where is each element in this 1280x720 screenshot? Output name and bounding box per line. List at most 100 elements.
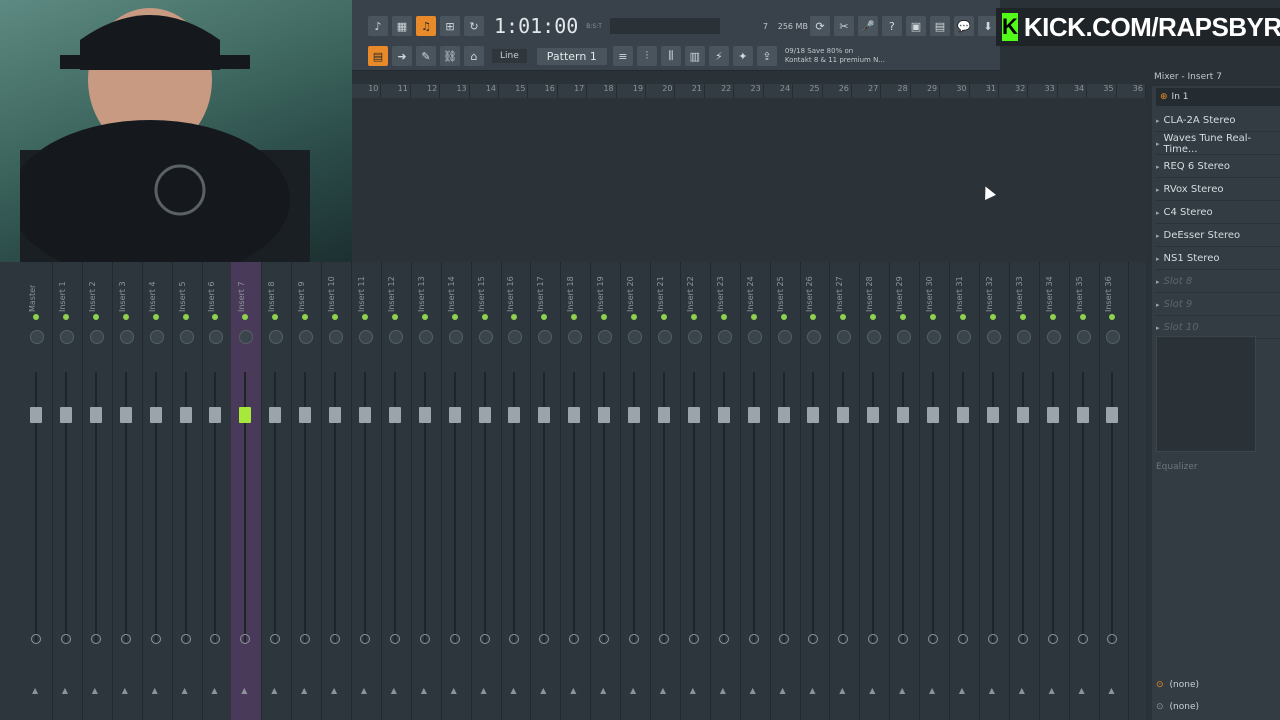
- active-led[interactable]: [989, 314, 996, 320]
- pan-knob[interactable]: [209, 330, 224, 344]
- ruler-bar[interactable]: 21: [675, 84, 705, 98]
- ruler-bar[interactable]: 12: [411, 84, 441, 98]
- ruler-bar[interactable]: 19: [617, 84, 647, 98]
- pan-knob[interactable]: [30, 330, 44, 344]
- send-knob[interactable]: [1017, 634, 1028, 644]
- send-knob[interactable]: [90, 634, 101, 644]
- pan-knob[interactable]: [299, 330, 314, 344]
- volume-fader[interactable]: [598, 407, 611, 423]
- route-arrow-icon[interactable]: ▲: [361, 686, 367, 695]
- active-led[interactable]: [780, 314, 787, 320]
- route-arrow-icon[interactable]: ▲: [451, 686, 457, 695]
- volume-fader[interactable]: [837, 407, 850, 423]
- route-arrow-icon[interactable]: ▲: [540, 686, 546, 695]
- mixer-strip[interactable]: Insert 24 ▲: [740, 262, 771, 720]
- mixer-strip[interactable]: Insert 9 ▲: [291, 262, 323, 720]
- route-arrow-icon[interactable]: ▲: [989, 686, 995, 695]
- route-arrow-icon[interactable]: ▲: [92, 686, 98, 695]
- effect-slot[interactable]: ▸ Slot 9: [1156, 294, 1280, 316]
- mixer-strip[interactable]: Insert 16 ▲: [500, 262, 532, 720]
- ruler-bar[interactable]: 10: [352, 84, 382, 98]
- effect-slot[interactable]: ▸ Slot 8: [1156, 271, 1280, 293]
- volume-fader[interactable]: [687, 407, 700, 423]
- route-arrow-icon[interactable]: ▲: [839, 686, 845, 695]
- volume-fader[interactable]: [329, 407, 341, 423]
- pencil-icon[interactable]: ✎: [416, 46, 436, 66]
- route-arrow-icon[interactable]: ▲: [391, 686, 397, 695]
- effect-slot[interactable]: ▸ Waves Tune Real-Time...: [1156, 133, 1280, 155]
- send-knob[interactable]: [688, 634, 699, 644]
- route-arrow-icon[interactable]: ▲: [62, 686, 68, 695]
- pan-knob[interactable]: [628, 330, 642, 344]
- pan-knob[interactable]: [358, 330, 373, 344]
- pan-knob[interactable]: [538, 330, 553, 344]
- effect-slot[interactable]: ▸ CLA-2A Stereo: [1156, 110, 1280, 132]
- expand-icon[interactable]: ▸: [1156, 186, 1160, 194]
- save-icon[interactable]: ▣: [905, 16, 926, 36]
- link-icon[interactable]: ⛓: [440, 46, 460, 66]
- ruler-bar[interactable]: 17: [558, 84, 588, 98]
- pan-knob[interactable]: [657, 330, 672, 344]
- mixer-strip[interactable]: Insert 30 ▲: [919, 262, 950, 720]
- active-led[interactable]: [272, 314, 279, 320]
- active-led[interactable]: [391, 314, 398, 320]
- route-arrow-icon[interactable]: ▲: [510, 686, 516, 695]
- active-led[interactable]: [332, 314, 338, 320]
- ruler-bar[interactable]: 13: [440, 84, 470, 98]
- ruler-bar[interactable]: 14: [470, 84, 500, 98]
- expand-icon[interactable]: ▸: [1156, 232, 1160, 240]
- pan-knob[interactable]: [1106, 330, 1121, 344]
- mixer-strip[interactable]: Insert 5 ▲: [172, 262, 203, 720]
- volume-fader[interactable]: [927, 407, 939, 423]
- piano-roll-icon[interactable]: ▤: [368, 46, 388, 66]
- pattern-mode-icon[interactable]: ▦: [392, 16, 412, 36]
- effect-slot[interactable]: ▸ NS1 Stereo: [1156, 248, 1280, 270]
- send-knob[interactable]: [987, 634, 998, 644]
- mixer-strip[interactable]: Insert 33 ▲: [1009, 262, 1040, 720]
- ruler-bar[interactable]: 27: [852, 84, 882, 98]
- mixer-strip[interactable]: Insert 2 ▲: [82, 262, 113, 720]
- mixer-icon[interactable]: ⫼: [660, 46, 681, 66]
- send-knob[interactable]: [599, 634, 610, 644]
- route-arrow-icon[interactable]: ▲: [421, 686, 427, 695]
- route-arrow-icon[interactable]: ▲: [630, 686, 636, 695]
- pan-knob[interactable]: [418, 330, 433, 344]
- volume-fader[interactable]: [538, 407, 551, 423]
- active-led[interactable]: [720, 314, 727, 320]
- active-led[interactable]: [1019, 314, 1026, 320]
- active-led[interactable]: [421, 314, 428, 320]
- volume-fader[interactable]: [358, 407, 371, 423]
- active-led[interactable]: [810, 314, 817, 320]
- send-knob[interactable]: [1047, 634, 1058, 644]
- volume-fader[interactable]: [119, 407, 132, 423]
- plugin-icon[interactable]: ⚡: [708, 46, 729, 66]
- route-arrow-icon[interactable]: ▲: [809, 686, 815, 695]
- expand-icon[interactable]: ▸: [1156, 140, 1160, 148]
- pan-knob[interactable]: [149, 330, 164, 344]
- route-arrow-icon[interactable]: ▲: [301, 686, 307, 695]
- active-led[interactable]: [930, 314, 936, 320]
- route-arrow-icon[interactable]: ▲: [600, 686, 606, 695]
- active-led[interactable]: [571, 314, 578, 320]
- playlist-area[interactable]: 10 11 12 13 14 15 16 17 18 19 20 21 22 23 24 25 26 27 28 29…: [352, 84, 1146, 262]
- active-led[interactable]: [122, 314, 129, 320]
- pan-knob[interactable]: [717, 330, 732, 344]
- output-select-1[interactable]: ⊙ (none): [1156, 676, 1199, 694]
- volume-fader[interactable]: [59, 407, 72, 423]
- send-knob[interactable]: [449, 634, 460, 644]
- route-arrow-icon[interactable]: ▲: [750, 686, 756, 695]
- send-knob[interactable]: [389, 634, 400, 644]
- mixer-strip[interactable]: Insert 31 ▲: [949, 262, 980, 720]
- mixer-strip[interactable]: Insert 19 ▲: [590, 262, 622, 720]
- mixer-strip[interactable]: Insert 26 ▲: [799, 262, 831, 720]
- mixer-strip[interactable]: Insert 12 ▲: [381, 262, 412, 720]
- pan-knob[interactable]: [269, 330, 284, 344]
- ruler-bar[interactable]: 22: [705, 84, 735, 98]
- send-knob[interactable]: [569, 634, 580, 644]
- route-arrow-icon[interactable]: ▲: [1019, 686, 1025, 695]
- send-knob[interactable]: [718, 634, 729, 644]
- volume-fader[interactable]: [897, 407, 910, 423]
- ruler-bar[interactable]: 16: [528, 84, 558, 98]
- active-led[interactable]: [182, 314, 189, 320]
- pan-knob[interactable]: [59, 330, 74, 344]
